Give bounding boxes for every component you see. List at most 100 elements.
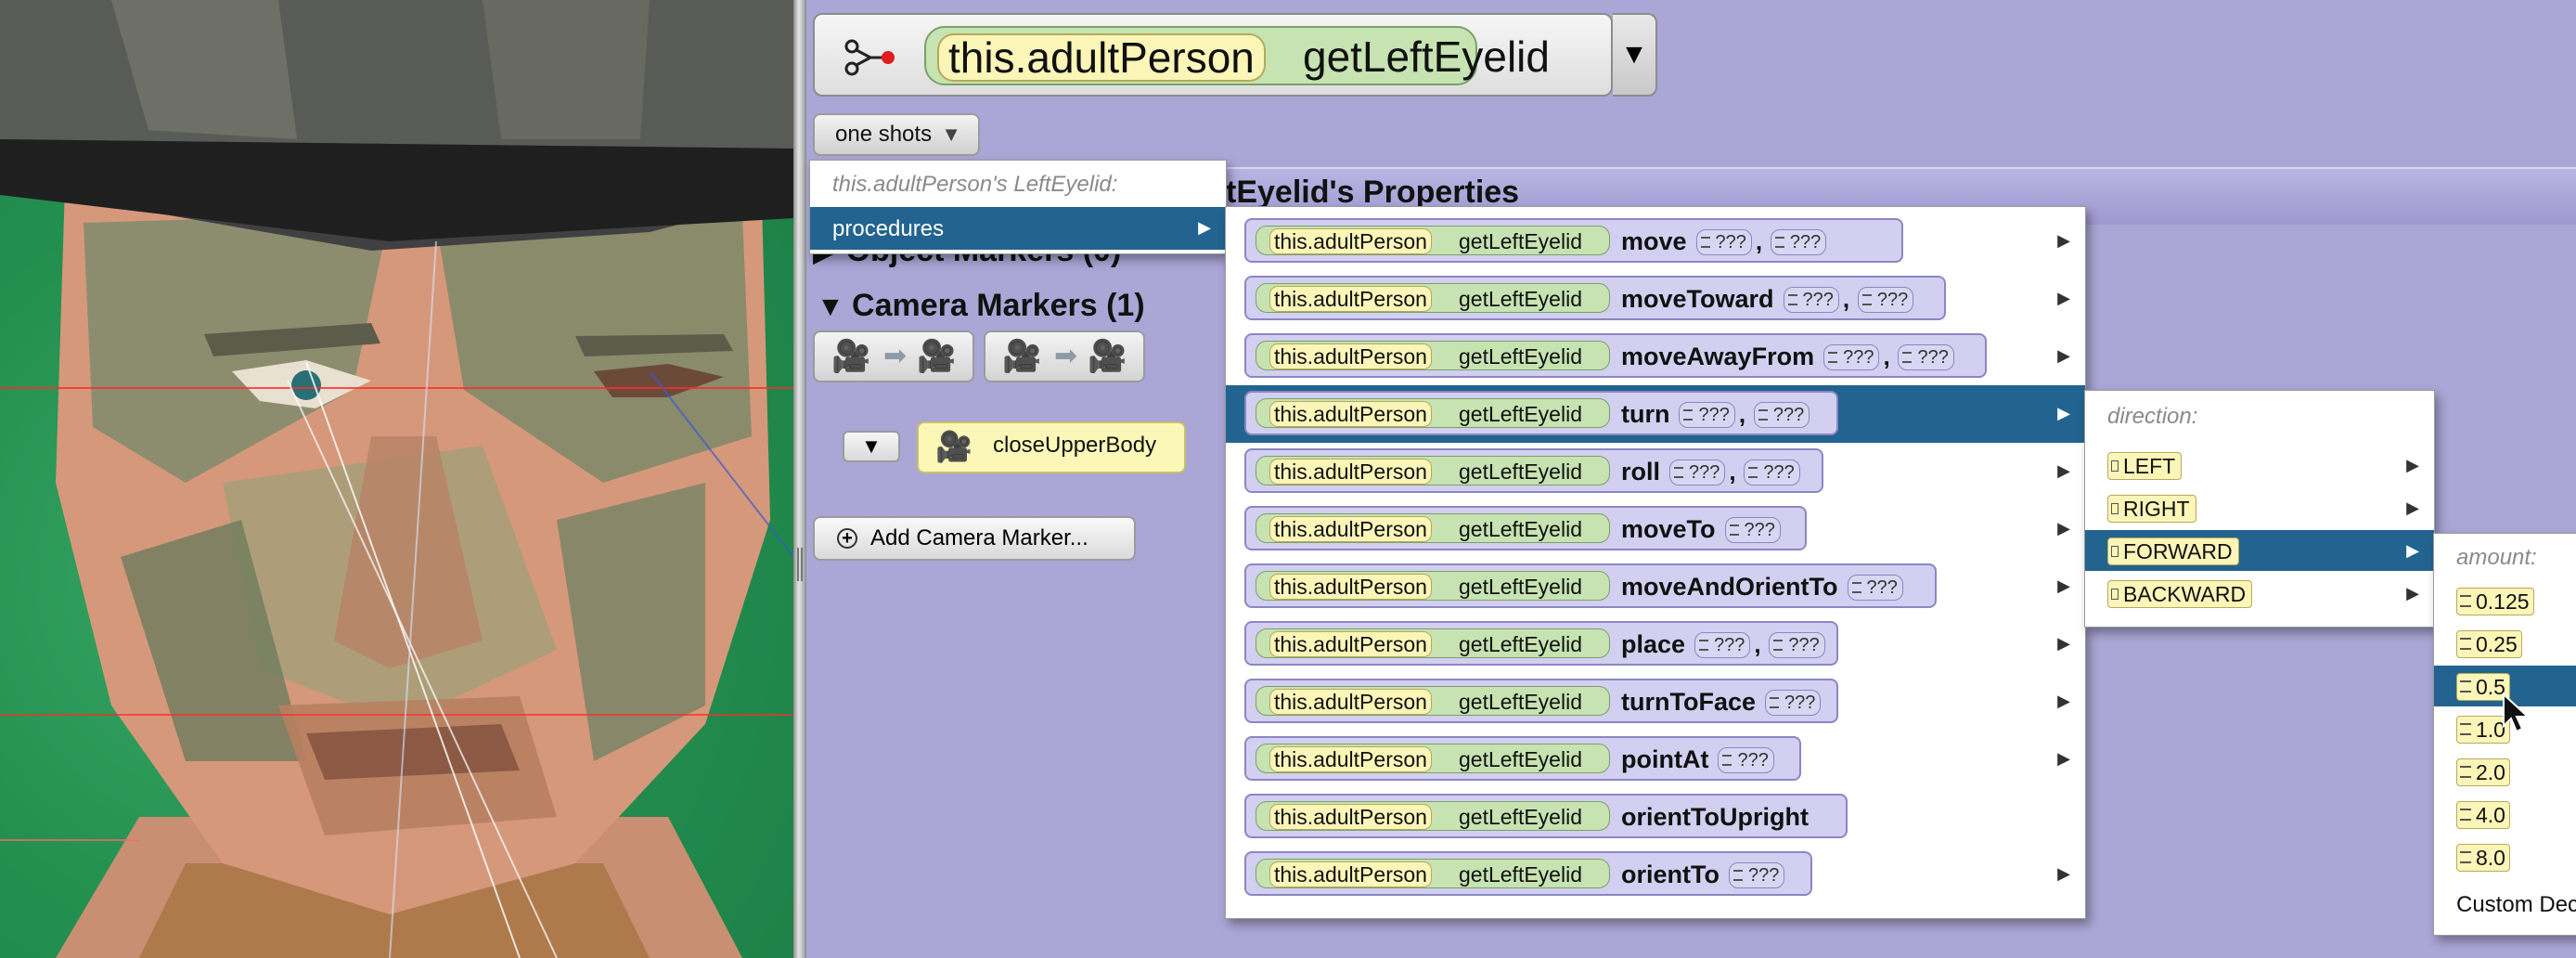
submenu-arrow-icon: ▶ (2057, 346, 2070, 365)
custom-decimal-item[interactable]: Custom Decimal Number... (2434, 885, 2576, 926)
method-label: getLeftEyelid (1459, 460, 1582, 484)
marker-dropdown-button[interactable]: ▼ (843, 431, 900, 462)
expression-pill: this.adultPerson getLeftEyelid (1256, 513, 1610, 543)
argument-slot: ??? (1823, 344, 1880, 370)
submenu-arrow-icon: ▶ (2057, 231, 2070, 250)
chevron-down-icon: ▼ (1620, 39, 1648, 70)
procedure-name: pointAt (1621, 745, 1709, 773)
procedure-item-roll[interactable]: this.adultPerson getLeftEyelid roll???,???… (1226, 443, 2085, 500)
procedure-item-moveTo[interactable]: this.adultPerson getLeftEyelid moveTo??? ▶ (1226, 500, 2085, 558)
argument-slot: ??? (1679, 402, 1735, 428)
submenu-arrow-icon: ▶ (2057, 519, 2070, 537)
expression-dropdown-button[interactable]: ▼ (1613, 13, 1657, 97)
camera-markers-heading[interactable]: ▼ Camera Markers (1) (817, 288, 1145, 324)
this-object-pill[interactable]: this.adultPerson (937, 33, 1266, 82)
amount-item[interactable]: 4.0 (2434, 794, 2576, 835)
camera-to-marker-button[interactable]: 🎥 ➡ 🎥 (813, 330, 974, 382)
one-shots-label: one shots (835, 122, 933, 147)
menu-caption: direction: (2107, 404, 2198, 429)
arrow-icon: ➡ (883, 341, 908, 371)
argument-slot: ??? (1728, 862, 1785, 888)
camera-icon: 🎥 (1088, 339, 1127, 374)
expression-pill: this.adultPerson getLeftEyelid (1256, 398, 1610, 428)
procedure-name: moveAwayFrom (1621, 343, 1815, 370)
procedure-tile: this.adultPerson getLeftEyelid turn???,??? (1244, 391, 1838, 435)
number-value: 0.25 (2456, 630, 2522, 658)
argument-slot: ??? (1718, 747, 1774, 773)
procedure-tile: this.adultPerson getLeftEyelid move???,??? (1244, 218, 1903, 263)
direction-item-left[interactable]: LEFT ▶ (2085, 445, 2434, 485)
divider-grip-icon[interactable] (797, 548, 803, 581)
method-label: getLeftEyelid (1459, 575, 1582, 599)
argument-slot: ??? (1769, 632, 1825, 658)
expression-pill: this.adultPerson getLeftEyelid (1256, 571, 1610, 601)
marker-name: closeUpperBody (993, 433, 1157, 458)
expression-pill[interactable]: this.adultPerson getLeftEyelid (924, 26, 1550, 85)
submenu-arrow-icon: ▶ (2406, 541, 2419, 560)
procedure-name: moveAndOrientTo (1621, 573, 1838, 601)
marker-to-camera-button[interactable]: 🎥 ➡ 🎥 (984, 330, 1145, 382)
amount-item[interactable]: 8.0 (2434, 836, 2576, 877)
procedure-item-moveToward[interactable]: this.adultPerson getLeftEyelid moveToward?… (1226, 270, 2085, 328)
menu-caption: amount: (2456, 545, 2537, 570)
camera-marker-tile[interactable]: 🎥 closeUpperBody (917, 421, 1186, 473)
chevron-down-icon: ▼ (941, 123, 961, 146)
amount-item[interactable]: 2.0 (2434, 751, 2576, 792)
procedure-item-move[interactable]: this.adultPerson getLeftEyelid move???,???… (1226, 213, 2085, 270)
procedure-tile: this.adultPerson getLeftEyelid place???,??… (1244, 621, 1838, 666)
procedure-name: moveToward (1621, 285, 1774, 313)
direction-item-backward[interactable]: BACKWARD ▶ (2085, 573, 2434, 614)
argument-slot: ??? (1898, 344, 1954, 370)
procedure-tile: this.adultPerson getLeftEyelid orientToUpr… (1244, 794, 1848, 838)
enum-value: RIGHT (2107, 495, 2196, 523)
direction-menu: direction: LEFT ▶ RIGHT ▶ FORWARD ▶ BACKWARD ▶ (2084, 390, 2435, 628)
direction-item-right[interactable]: RIGHT ▶ (2085, 487, 2434, 528)
method-label: getLeftEyelid (1459, 287, 1582, 311)
submenu-arrow-icon: ▶ (2057, 692, 2070, 710)
add-camera-marker-button[interactable]: + Add Camera Marker... (813, 516, 1136, 561)
selected-expression-tile[interactable]: this.adultPerson getLeftEyelid (813, 13, 1613, 97)
submenu-arrow-icon: ▶ (2057, 461, 2070, 480)
this-object-pill: this.adultPerson (1269, 286, 1432, 312)
expression-pill: this.adultPerson getLeftEyelid (1256, 341, 1610, 370)
method-label: getLeftEyelid (1459, 747, 1582, 771)
procedure-item-place[interactable]: this.adultPerson getLeftEyelid place???,??… (1226, 615, 2085, 673)
this-object-pill: this.adultPerson (1269, 401, 1432, 427)
procedure-item-moveAndOrientTo[interactable]: this.adultPerson getLeftEyelid moveAndOrie… (1226, 558, 2085, 615)
argument-slot: ??? (1847, 575, 1903, 601)
procedure-item-moveAwayFrom[interactable]: this.adultPerson getLeftEyelid moveAwayFro… (1226, 328, 2085, 385)
procedure-name: moveTo (1621, 515, 1716, 543)
submenu-arrow-icon: ▶ (2057, 634, 2070, 653)
one-shots-button[interactable]: one shots ▼ (813, 113, 980, 156)
camera-icon: 🎥 (1002, 339, 1042, 374)
menu-item-procedures[interactable]: procedures ▶ (810, 207, 1226, 250)
procedure-item-pointAt[interactable]: this.adultPerson getLeftEyelid pointAt??? ▶ (1226, 731, 2085, 788)
argument-slot: ??? (1765, 690, 1822, 716)
procedure-item-turn[interactable]: this.adultPerson getLeftEyelid turn???,???… (1226, 385, 2085, 443)
procedure-item-orientToUpright[interactable]: this.adultPerson getLeftEyelid orientToUpr… (1226, 788, 2085, 846)
menu-item-label: procedures (832, 216, 945, 241)
split-pane-divider[interactable] (793, 0, 806, 958)
expression-pill: this.adultPerson getLeftEyelid (1256, 686, 1610, 716)
procedure-name: turnToFace (1621, 688, 1757, 716)
expression-pill: this.adultPerson getLeftEyelid (1256, 283, 1610, 313)
submenu-arrow-icon: ▶ (1198, 218, 1211, 237)
method-label: getLeftEyelid (1459, 517, 1582, 541)
method-label: getLeftEyelid (1459, 229, 1582, 253)
procedure-name: turn (1621, 400, 1670, 428)
argument-separator: , (1842, 285, 1850, 313)
scene-view[interactable] (0, 0, 793, 958)
amount-item[interactable]: 0.125 (2434, 580, 2576, 621)
amount-item[interactable]: 0.25 (2434, 623, 2576, 664)
submenu-arrow-icon: ▶ (2406, 456, 2419, 474)
direction-item-forward[interactable]: FORWARD ▶ (2085, 530, 2434, 571)
expression-pill: this.adultPerson getLeftEyelid (1256, 801, 1610, 831)
scene-render (0, 0, 793, 958)
function-icon (844, 39, 895, 76)
this-object-pill: this.adultPerson (1269, 574, 1432, 600)
camera-icon: 🎥 (917, 339, 957, 374)
procedure-item-orientTo[interactable]: this.adultPerson getLeftEyelid orientTo???… (1226, 846, 2085, 903)
method-label: getLeftEyelid (1303, 32, 1550, 81)
expression-pill: this.adultPerson getLeftEyelid (1256, 628, 1610, 658)
procedure-item-turnToFace[interactable]: this.adultPerson getLeftEyelid turnToFace?… (1226, 673, 2085, 731)
